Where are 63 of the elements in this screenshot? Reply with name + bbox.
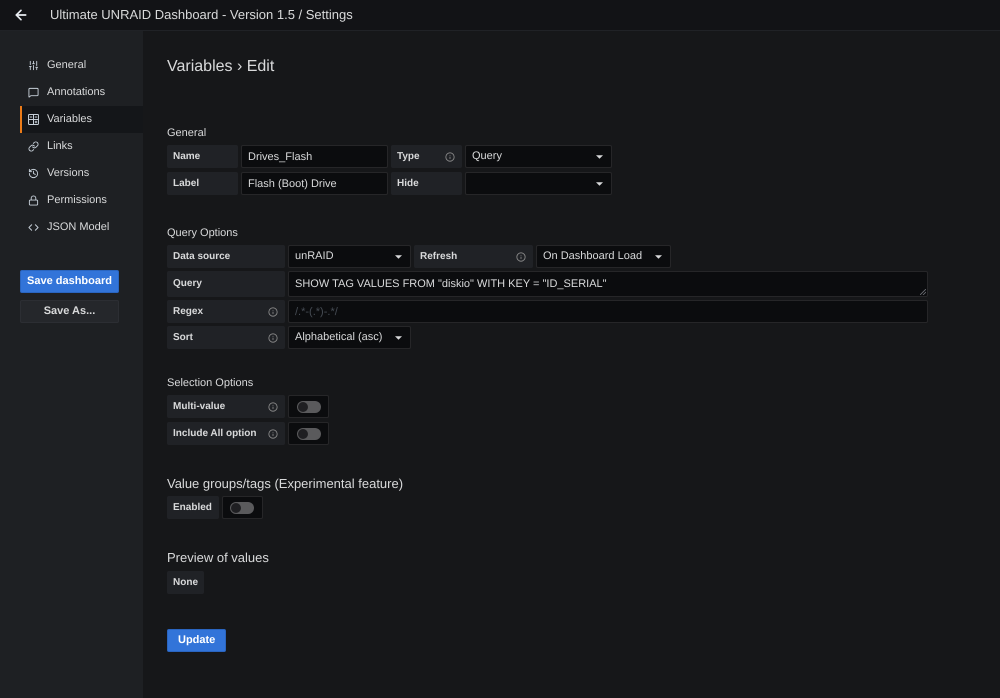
update-button[interactable]: Update — [167, 628, 226, 652]
field-label: Refresh — [420, 250, 458, 262]
caret-down-icon — [596, 154, 603, 158]
sort-select[interactable]: Alphabetical (asc) — [288, 326, 411, 349]
section-heading: Selection Options — [167, 376, 254, 390]
caret-down-icon — [395, 336, 402, 340]
info-icon — [268, 332, 278, 342]
type-select[interactable]: Query — [465, 145, 612, 168]
lock-icon — [28, 195, 39, 206]
info-icon — [268, 402, 278, 412]
toggle-icon — [296, 428, 320, 440]
field-label: Type — [397, 150, 420, 162]
info-icon — [445, 152, 455, 162]
info-icon — [268, 306, 278, 316]
field-label: Multi-value — [173, 400, 226, 412]
sidebar-item[interactable]: Annotations — [20, 79, 143, 106]
toggle-switch[interactable] — [222, 496, 263, 519]
info-icon — [516, 252, 526, 262]
grid-icon — [28, 114, 39, 125]
section-heading: General — [167, 126, 208, 140]
section-heading: Query Options — [167, 226, 239, 240]
toggle-icon — [230, 502, 254, 514]
speech-bubble-icon — [28, 87, 39, 98]
toggle-switch[interactable] — [288, 422, 329, 445]
caret-down-icon — [655, 254, 662, 258]
field-label: Regex — [173, 306, 204, 318]
sliders-icon — [28, 60, 39, 71]
sidebar-item[interactable]: JSON Model — [20, 214, 143, 241]
field-label: Include All option — [173, 428, 257, 440]
sidebar-item[interactable]: Permissions — [20, 187, 143, 214]
sidebar-item[interactable]: General — [20, 52, 143, 79]
link-icon — [28, 141, 39, 152]
regex-input[interactable]: /.*-(.*)-.*/ — [288, 300, 928, 323]
save-as-button[interactable]: Save As... — [20, 300, 119, 323]
label-input[interactable]: Flash (Boot) Drive — [241, 172, 388, 195]
refresh-select[interactable]: On Dashboard Load — [536, 245, 671, 268]
field-label: Label — [173, 178, 200, 190]
dashboard-title: Ultimate UNRAID Dashboard - Version 1.5 / Settings — [50, 6, 353, 24]
toggle-icon — [296, 400, 320, 412]
info-icon — [268, 428, 278, 438]
query-textarea[interactable]: SHOW TAG VALUES FROM "diskio" WITH KEY = "ID_SERIAL" — [288, 271, 928, 297]
section-heading: Value groups/tags (Experimental feature) — [167, 476, 404, 492]
sidebar-item[interactable]: Variables — [20, 106, 143, 133]
field-label: Enabled — [173, 502, 212, 514]
data-source-select[interactable]: unRAID — [288, 245, 411, 268]
field-label: Sort — [173, 332, 193, 344]
field-label: Name — [173, 150, 200, 162]
toggle-switch[interactable] — [288, 395, 329, 418]
caret-down-icon — [395, 254, 402, 258]
field-label: Query — [173, 278, 202, 290]
preview-value: None — [167, 571, 204, 594]
history-icon — [28, 168, 39, 179]
sidebar-item[interactable]: Links — [20, 133, 143, 160]
resize-handle-icon[interactable] — [920, 289, 926, 295]
caret-down-icon — [596, 182, 603, 186]
code-icon — [28, 222, 39, 233]
section-heading: Preview of values — [167, 550, 270, 566]
field-label: Hide — [397, 178, 419, 190]
sidebar-item[interactable]: Versions — [20, 160, 143, 187]
save-dashboard-button[interactable]: Save dashboard — [20, 270, 119, 293]
page-title: Variables › Edit — [167, 57, 276, 77]
name-input[interactable]: Drives_Flash — [241, 145, 388, 168]
field-label: Data source — [173, 250, 230, 262]
